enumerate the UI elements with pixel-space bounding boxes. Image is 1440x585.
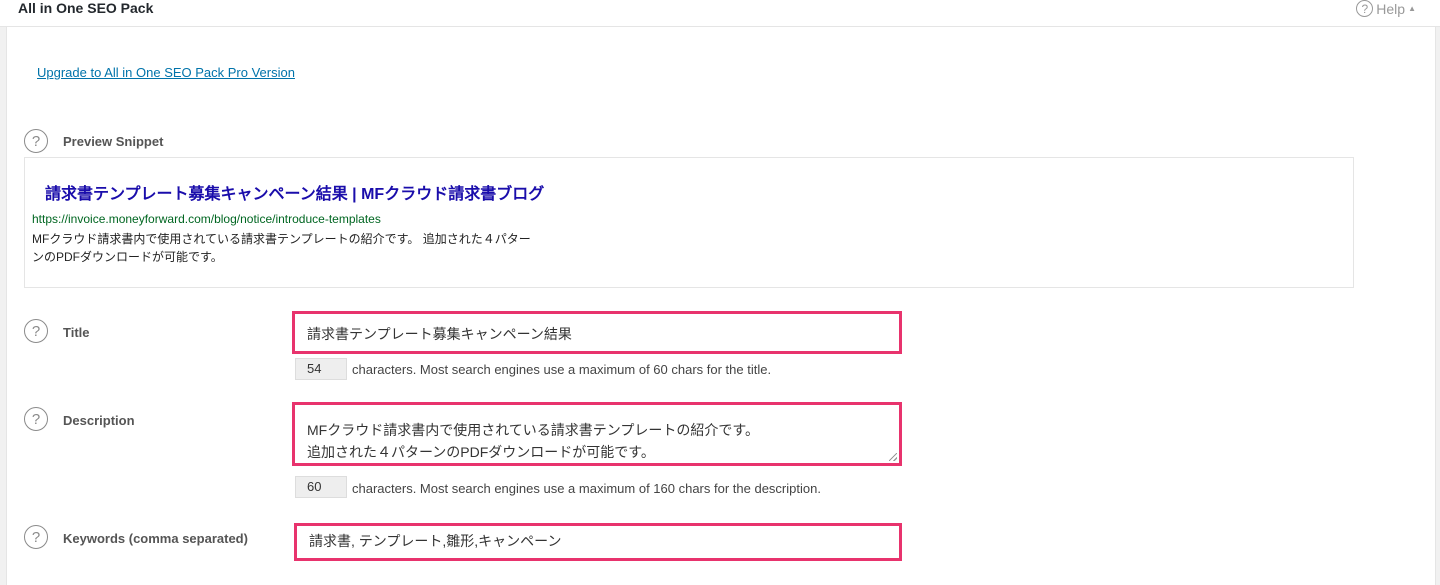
metabox-title: All in One SEO Pack <box>18 0 154 16</box>
title-help-icon[interactable]: ? <box>24 319 48 343</box>
title-char-counter: 54 <box>295 358 347 380</box>
keywords-help-icon[interactable]: ? <box>24 525 48 549</box>
metabox-header: All in One SEO Pack ? Help ▲ <box>0 0 1440 27</box>
help-toggle[interactable]: ? Help ▲ <box>1356 0 1416 17</box>
snippet-description-line2: ンのPDFダウンロードが可能です。 <box>32 250 223 264</box>
keywords-input[interactable]: 請求書, テンプレート,雛形,キャンペーン <box>294 523 902 561</box>
resize-handle-icon[interactable] <box>889 453 897 461</box>
seo-panel <box>6 27 1436 585</box>
preview-snippet-label: Preview Snippet <box>63 134 164 149</box>
description-label: Description <box>63 413 135 428</box>
description-help-icon[interactable]: ? <box>24 407 48 431</box>
snippet-description: MFクラウド請求書内で使用されている請求書テンプレートの紹介です。 追加された４… <box>32 230 592 266</box>
description-char-hint: characters. Most search engines use a ma… <box>352 481 821 496</box>
description-line2: 追加された４パターンのPDFダウンロードが可能です。 <box>307 444 655 460</box>
title-input-value: 請求書テンプレート募集キャンペーン結果 <box>307 326 572 342</box>
preview-help-icon[interactable]: ? <box>24 129 48 153</box>
snippet-description-line1: MFクラウド請求書内で使用されている請求書テンプレートの紹介です。 追加された４… <box>32 232 531 246</box>
help-label: Help <box>1376 0 1406 17</box>
title-label: Title <box>63 325 90 340</box>
question-circle-icon: ? <box>1356 0 1374 17</box>
title-input[interactable]: 請求書テンプレート募集キャンペーン結果 <box>292 311 902 354</box>
preview-snippet-box: 請求書テンプレート募集キャンペーン結果 | MFクラウド請求書ブログ https… <box>24 157 1354 288</box>
description-line1: MFクラウド請求書内で使用されている請求書テンプレートの紹介です。 <box>307 422 759 438</box>
description-textarea[interactable]: MFクラウド請求書内で使用されている請求書テンプレートの紹介です。 追加された４… <box>292 402 902 466</box>
description-char-counter: 60 <box>295 476 347 498</box>
triangle-up-icon: ▲ <box>1408 4 1416 13</box>
title-char-hint: characters. Most search engines use a ma… <box>352 362 772 377</box>
upgrade-pro-link[interactable]: Upgrade to All in One SEO Pack Pro Versi… <box>37 65 295 80</box>
keywords-label: Keywords (comma separated) <box>63 531 248 546</box>
description-textarea-value: MFクラウド請求書内で使用されている請求書テンプレートの紹介です。 追加された４… <box>307 419 759 463</box>
snippet-url: https://invoice.moneyforward.com/blog/no… <box>32 212 381 226</box>
snippet-title: 請求書テンプレート募集キャンペーン結果 | MFクラウド請求書ブログ <box>45 186 545 203</box>
keywords-input-value: 請求書, テンプレート,雛形,キャンペーン <box>309 533 562 549</box>
